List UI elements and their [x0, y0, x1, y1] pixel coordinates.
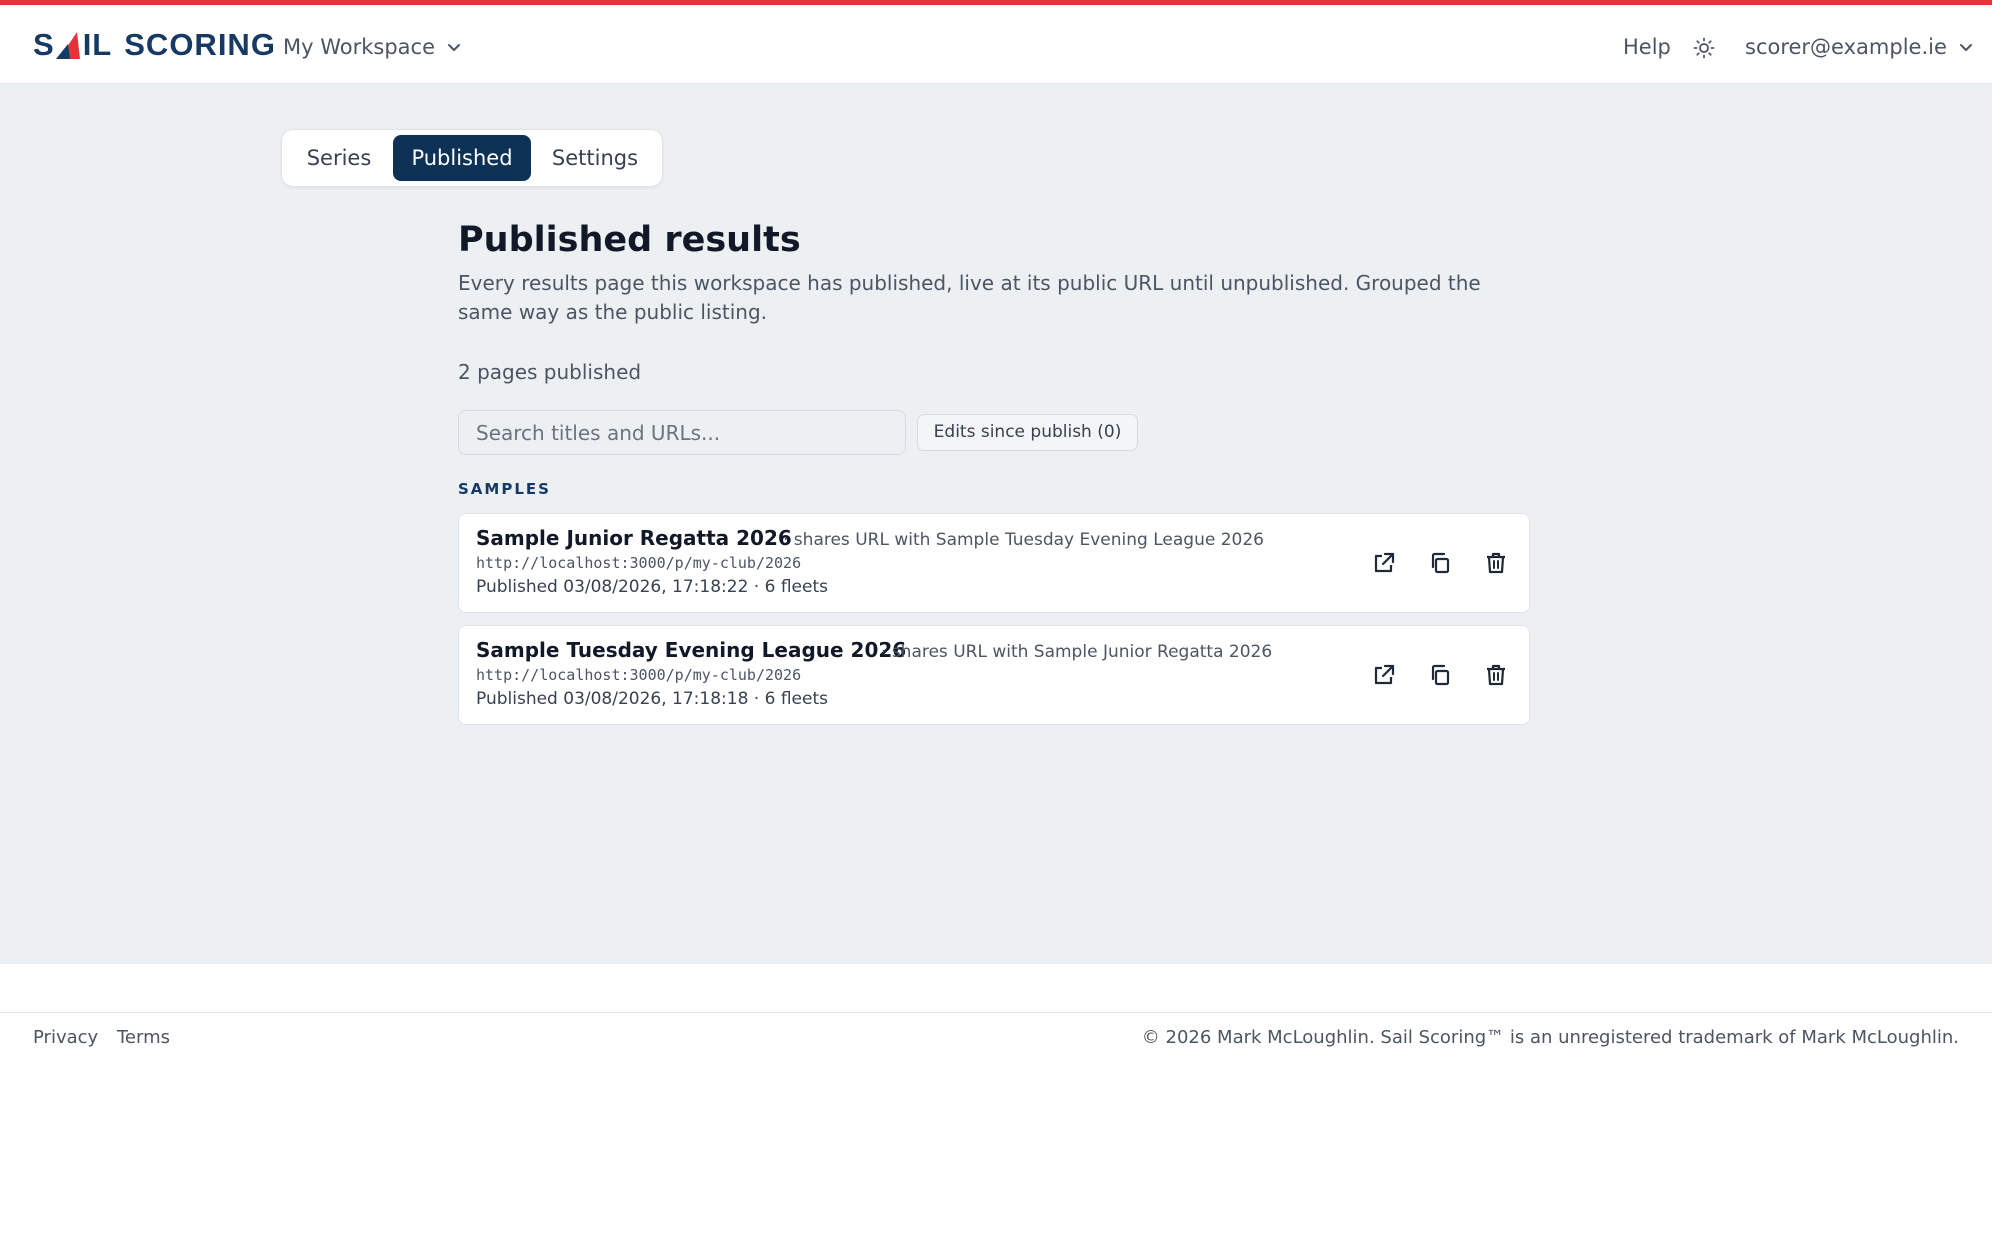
item-url: http://localhost:3000/p/my-club/2026: [476, 666, 802, 684]
search-input[interactable]: [458, 410, 906, 455]
logo-letters-il: IL: [82, 27, 113, 62]
main-area: Series Published Settings Published resu…: [0, 84, 1992, 964]
page-footer: Privacy Terms © 2026 Mark McLoughlin. Sa…: [0, 1012, 1992, 1072]
edits-since-publish-button[interactable]: Edits since publish (0): [917, 414, 1138, 451]
workspace-name: My Workspace: [283, 35, 436, 59]
help-link[interactable]: Help: [1623, 31, 1671, 63]
external-link-icon[interactable]: [1371, 662, 1397, 688]
trash-icon[interactable]: [1483, 662, 1509, 688]
published-item: Sample Tuesday Evening League 2026 · sha…: [458, 625, 1530, 725]
item-shares-note: · shares URL with Sample Tuesday Evening…: [783, 530, 1264, 550]
sail-logo-icon: [55, 32, 80, 59]
trash-icon[interactable]: [1483, 550, 1509, 576]
terms-link[interactable]: Terms: [117, 1027, 170, 1048]
item-meta: Published 03/08/2026, 17:18:18 · 6 fleet…: [476, 689, 828, 709]
published-item: Sample Junior Regatta 2026 · shares URL …: [458, 513, 1530, 613]
chevron-down-icon: [448, 43, 461, 51]
chevron-down-icon: [1959, 43, 1972, 51]
sail-scoring-logo[interactable]: S IL SCORING: [33, 27, 276, 63]
user-email: scorer@example.ie: [1745, 35, 1947, 59]
external-link-icon[interactable]: [1371, 550, 1397, 576]
copy-icon[interactable]: [1427, 662, 1453, 688]
copyright-notice: © 2026 Mark McLoughlin. Sail Scoring™ is…: [1141, 1027, 1959, 1048]
tab-published[interactable]: Published: [393, 135, 531, 181]
page-description: Every results page this workspace has pu…: [458, 271, 1481, 324]
group-label: SAMPLES: [458, 480, 551, 498]
page-title: Published results: [458, 220, 801, 260]
tab-series[interactable]: Series: [287, 135, 391, 181]
copy-icon[interactable]: [1427, 550, 1453, 576]
item-title[interactable]: Sample Junior Regatta 2026: [476, 526, 792, 550]
workspace-switcher[interactable]: My Workspace: [283, 31, 461, 63]
tab-settings[interactable]: Settings: [533, 135, 657, 181]
published-count: 2 pages published: [458, 360, 642, 384]
tab-bar: Series Published Settings: [281, 129, 663, 187]
item-title[interactable]: Sample Tuesday Evening League 2026: [476, 638, 906, 662]
logo-letter-s: S: [33, 27, 55, 62]
user-menu[interactable]: scorer@example.ie: [1745, 31, 1973, 63]
app-header: S IL SCORING My Workspace Help scorer@ex…: [0, 5, 1992, 84]
sun-icon[interactable]: [1693, 37, 1715, 59]
item-shares-note: · shares URL with Sample Junior Regatta …: [881, 642, 1273, 662]
item-url: http://localhost:3000/p/my-club/2026: [476, 554, 802, 572]
item-meta: Published 03/08/2026, 17:18:22 · 6 fleet…: [476, 577, 828, 597]
privacy-link[interactable]: Privacy: [33, 1027, 98, 1048]
logo-word-scoring: SCORING: [124, 27, 276, 62]
